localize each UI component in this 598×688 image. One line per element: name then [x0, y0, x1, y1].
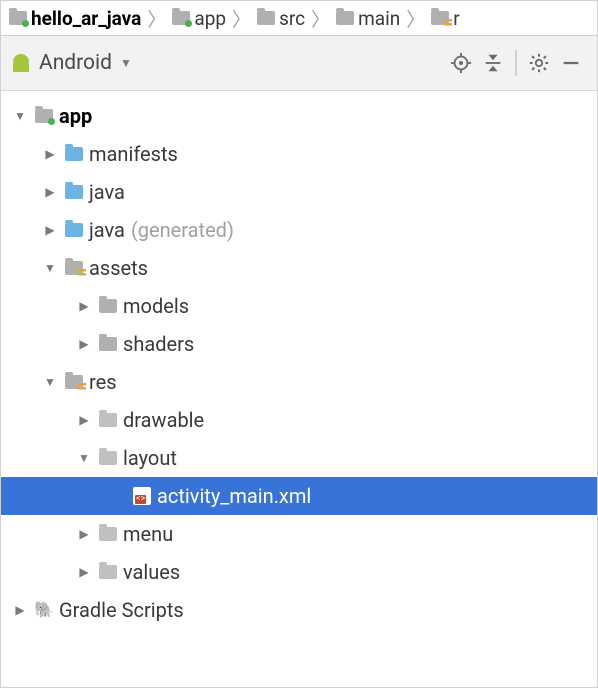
locate-button[interactable]: [445, 47, 477, 79]
chevron-right-icon: 〉: [145, 5, 168, 32]
caret-down-icon[interactable]: ▼: [39, 261, 61, 275]
folder-icon: [65, 223, 83, 237]
caret-right-icon[interactable]: ▶: [73, 413, 95, 427]
divider: [515, 50, 517, 76]
node-label: res: [87, 370, 117, 394]
folder-icon: [99, 299, 117, 313]
folder-icon: [431, 11, 449, 25]
node-label: models: [121, 294, 189, 318]
caret-right-icon[interactable]: ▶: [9, 603, 31, 617]
project-toolbar: Android ▼: [1, 36, 597, 91]
breadcrumb-label: src: [279, 7, 305, 30]
node-label-suffix: (generated): [125, 218, 234, 242]
folder-icon: [65, 185, 83, 199]
caret-right-icon[interactable]: ▶: [39, 185, 61, 199]
caret-down-icon[interactable]: ▼: [39, 375, 61, 389]
gear-icon: [528, 52, 550, 74]
tree-node-activity-main[interactable]: activity_main.xml: [1, 477, 597, 515]
tree-node-res[interactable]: ▼ res: [1, 363, 597, 401]
node-label: activity_main.xml: [155, 484, 311, 508]
folder-icon: [99, 337, 117, 351]
project-tree[interactable]: ▼ app ▶ manifests ▶ java ▶ java (generat…: [1, 91, 597, 687]
node-label: shaders: [121, 332, 194, 356]
chevron-right-icon: 〉: [309, 5, 332, 32]
android-icon: [11, 54, 31, 72]
node-label: manifests: [87, 142, 178, 166]
caret-down-icon[interactable]: ▼: [9, 109, 31, 123]
caret-right-icon[interactable]: ▶: [39, 147, 61, 161]
view-title: Android: [39, 51, 112, 75]
node-label: assets: [87, 256, 148, 280]
folder-icon: [9, 11, 27, 25]
node-label: java: [87, 180, 125, 204]
tree-node-assets[interactable]: ▼ assets: [1, 249, 597, 287]
breadcrumb: hello_ar_java 〉 app 〉 src 〉 main 〉 r: [1, 1, 597, 36]
tree-node-java[interactable]: ▶ java: [1, 173, 597, 211]
minimize-icon: [560, 52, 582, 74]
node-label: drawable: [121, 408, 204, 432]
tree-node-manifests[interactable]: ▶ manifests: [1, 135, 597, 173]
tree-node-values[interactable]: ▶ values: [1, 553, 597, 591]
tree-node-drawable[interactable]: ▶ drawable: [1, 401, 597, 439]
tree-node-menu[interactable]: ▶ menu: [1, 515, 597, 553]
collapse-icon: [482, 52, 504, 74]
gradle-icon: 🐘: [34, 602, 54, 618]
res-folder-icon: [65, 375, 83, 389]
caret-down-icon[interactable]: ▼: [73, 451, 95, 465]
tree-node-shaders[interactable]: ▶ shaders: [1, 325, 597, 363]
chevron-right-icon: 〉: [230, 5, 253, 32]
caret-right-icon[interactable]: ▶: [39, 223, 61, 237]
folder-icon: [65, 147, 83, 161]
tree-node-java-generated[interactable]: ▶ java (generated): [1, 211, 597, 249]
node-label: values: [121, 560, 180, 584]
layout-xml-icon: [133, 487, 151, 505]
tree-node-gradle-scripts[interactable]: ▶ 🐘 Gradle Scripts: [1, 591, 597, 629]
folder-icon: [172, 11, 190, 25]
caret-right-icon[interactable]: ▶: [73, 565, 95, 579]
breadcrumb-label: hello_ar_java: [31, 7, 141, 30]
node-label: menu: [121, 522, 173, 546]
breadcrumb-item-more[interactable]: r: [427, 7, 463, 30]
breadcrumb-label: r: [453, 7, 459, 30]
chevron-down-icon: ▼: [120, 56, 132, 70]
tree-node-app[interactable]: ▼ app: [1, 97, 597, 135]
folder-icon: [99, 565, 117, 579]
tree-node-layout[interactable]: ▼ layout: [1, 439, 597, 477]
collapse-all-button[interactable]: [477, 47, 509, 79]
target-icon: [450, 52, 472, 74]
caret-right-icon[interactable]: ▶: [73, 337, 95, 351]
folder-icon: [336, 11, 354, 25]
view-selector[interactable]: Android ▼: [11, 51, 132, 75]
folder-icon: [99, 451, 117, 465]
folder-icon: [99, 413, 117, 427]
node-label: Gradle Scripts: [57, 598, 184, 622]
breadcrumb-item-project[interactable]: hello_ar_java: [5, 7, 145, 30]
folder-icon: [257, 11, 275, 25]
node-label: java: [87, 218, 125, 242]
caret-right-icon[interactable]: ▶: [73, 299, 95, 313]
tree-node-models[interactable]: ▶ models: [1, 287, 597, 325]
breadcrumb-item-app[interactable]: app: [168, 7, 230, 30]
breadcrumb-label: main: [358, 7, 400, 30]
module-folder-icon: [35, 109, 53, 123]
node-label: app: [57, 104, 92, 128]
chevron-right-icon: 〉: [404, 5, 427, 32]
breadcrumb-item-main[interactable]: main: [332, 7, 404, 30]
assets-folder-icon: [65, 261, 83, 275]
breadcrumb-item-src[interactable]: src: [253, 7, 309, 30]
settings-button[interactable]: [523, 47, 555, 79]
caret-right-icon[interactable]: ▶: [73, 527, 95, 541]
folder-icon: [99, 527, 117, 541]
minimize-button[interactable]: [555, 47, 587, 79]
node-label: layout: [121, 446, 177, 470]
breadcrumb-label: app: [194, 7, 226, 30]
